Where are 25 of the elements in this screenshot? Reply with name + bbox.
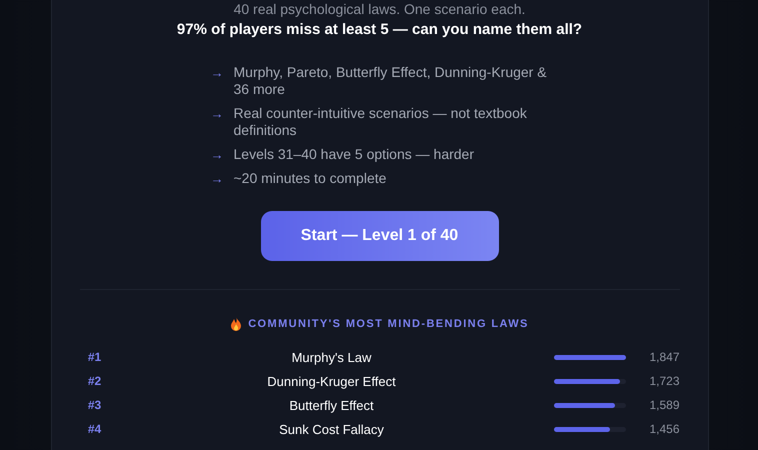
- start-button[interactable]: Start — Level 1 of 40: [260, 211, 498, 261]
- feature-text: ~20 minutes to complete: [234, 170, 388, 187]
- headline: 97% of players miss at least 5 — can you name them all?: [176, 20, 584, 40]
- law-name: Dunning-Kruger Effect: [266, 374, 397, 388]
- vote-count: 1,847: [648, 350, 680, 364]
- rank-label: #3: [86, 398, 102, 412]
- vote-count: 1,456: [648, 422, 680, 436]
- vote-count: 1,723: [648, 374, 680, 388]
- flame-icon: [230, 317, 242, 331]
- subtitle: 40 real psychological laws. One scenario each.: [232, 0, 526, 18]
- arrow-icon: →: [210, 105, 224, 139]
- rank-label: #4: [86, 422, 102, 436]
- feature-text: Real counter-intuitive scenarios — not textbook definitions: [234, 105, 528, 139]
- rank-label: #1: [86, 350, 102, 364]
- law-name: Butterfly Effect: [288, 398, 375, 412]
- leaderboard-title: COMMUNITY'S MOST MIND-BENDING LAWS: [248, 318, 529, 330]
- feature-text: Levels 31–40 have 5 options — harder: [234, 146, 475, 163]
- rank-label: #2: [86, 374, 102, 388]
- law-name: Murphy's Law: [290, 350, 372, 364]
- law-name: Sunk Cost Fallacy: [278, 422, 385, 436]
- vote-count: 1,589: [648, 398, 680, 412]
- arrow-icon: →: [210, 146, 224, 163]
- arrow-icon: →: [210, 64, 224, 98]
- feature-text: Murphy, Pareto, Butterfly Effect, Dunning-Kruger & 36 more: [234, 64, 548, 98]
- arrow-icon: →: [210, 170, 224, 187]
